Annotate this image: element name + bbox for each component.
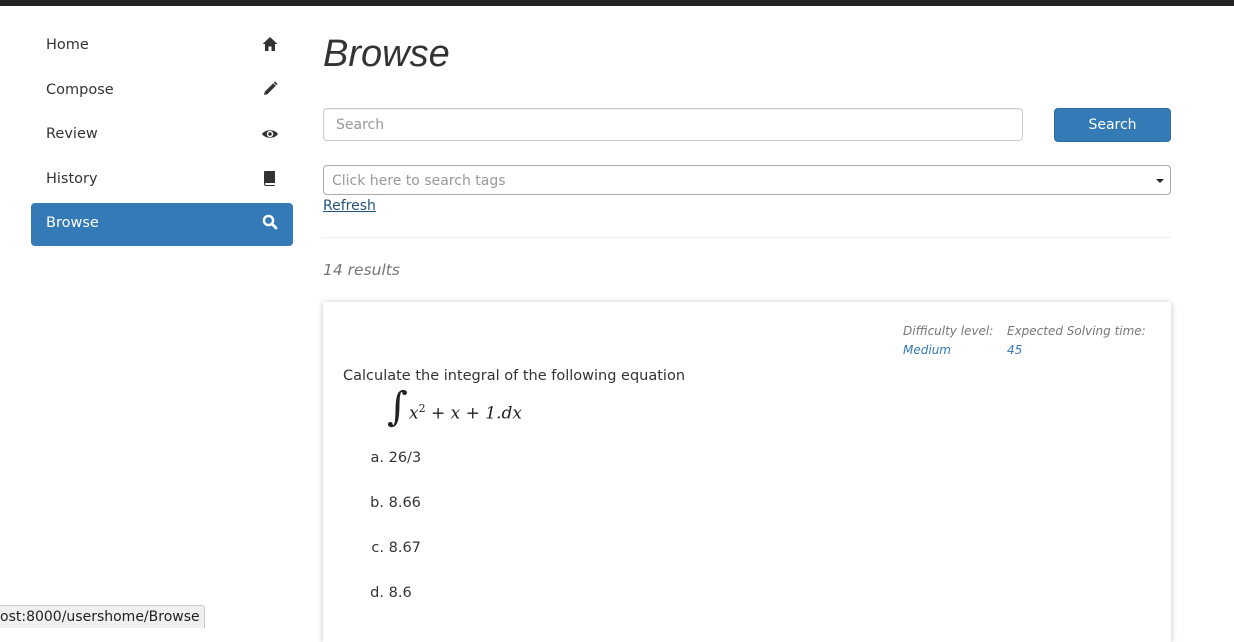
solving-time-info: Expected Solving time: 45 xyxy=(1007,324,1146,357)
tag-search-select[interactable]: Click here to search tags xyxy=(323,165,1171,195)
search-button[interactable]: Search xyxy=(1054,108,1171,142)
answer-option-text: 8.67 xyxy=(388,540,421,556)
sidebar-item-label: Home xyxy=(46,37,89,53)
result-count: 14 results xyxy=(323,261,400,279)
divider xyxy=(323,237,1171,238)
chevron-down-icon xyxy=(1156,179,1164,183)
difficulty-label: Difficulty level: xyxy=(903,324,994,338)
solving-time-label: Expected Solving time: xyxy=(1007,324,1146,338)
answer-option[interactable]: b. 8.66 xyxy=(366,495,421,540)
page-title: Browse xyxy=(323,33,450,75)
refresh-link[interactable]: Refresh xyxy=(323,198,376,214)
sidebar-item-review[interactable]: Review xyxy=(31,114,293,157)
sidebar-item-home[interactable]: Home xyxy=(31,25,293,68)
sidebar-item-browse[interactable]: Browse xyxy=(31,203,293,247)
question-text: Calculate the integral of the following … xyxy=(343,368,686,384)
difficulty-info: Difficulty level: Medium xyxy=(903,324,993,357)
answer-options: a. 26/3 b. 8.66 c. 8.67 d. 8.6 xyxy=(366,450,421,630)
window-top-bar xyxy=(0,0,1234,6)
solving-time-value: 45 xyxy=(1007,343,1023,357)
answer-option[interactable]: d. 8.6 xyxy=(366,585,421,630)
answer-option-text: 8.66 xyxy=(388,495,421,511)
answer-option-text: 8.6 xyxy=(388,585,412,601)
search-icon xyxy=(261,213,279,231)
sidebar-item-label: Compose xyxy=(46,81,114,98)
browser-status-bar: ost:8000/usershome/Browse xyxy=(0,605,205,628)
difficulty-value: Medium xyxy=(903,343,951,357)
sidebar-item-history[interactable]: History xyxy=(31,159,293,202)
book-icon xyxy=(261,169,279,187)
question-card[interactable]: Difficulty level: Medium Expected Solvin… xyxy=(323,302,1171,642)
sidebar-item-compose[interactable]: Compose xyxy=(31,70,293,113)
answer-option-text: 26/3 xyxy=(388,450,422,466)
eye-icon xyxy=(261,124,279,142)
sidebar-nav: Home Compose Review History Browse xyxy=(31,25,293,248)
pencil-icon xyxy=(261,80,279,98)
sidebar-item-label: History xyxy=(46,170,98,187)
home-icon xyxy=(261,35,279,53)
answer-option[interactable]: c. 8.67 xyxy=(366,540,421,585)
search-input[interactable] xyxy=(323,108,1023,141)
sidebar-item-label: Review xyxy=(46,126,98,143)
tag-search-placeholder: Click here to search tags xyxy=(332,173,506,189)
answer-option[interactable]: a. 26/3 xyxy=(366,450,422,495)
sidebar-item-label: Browse xyxy=(46,215,99,232)
